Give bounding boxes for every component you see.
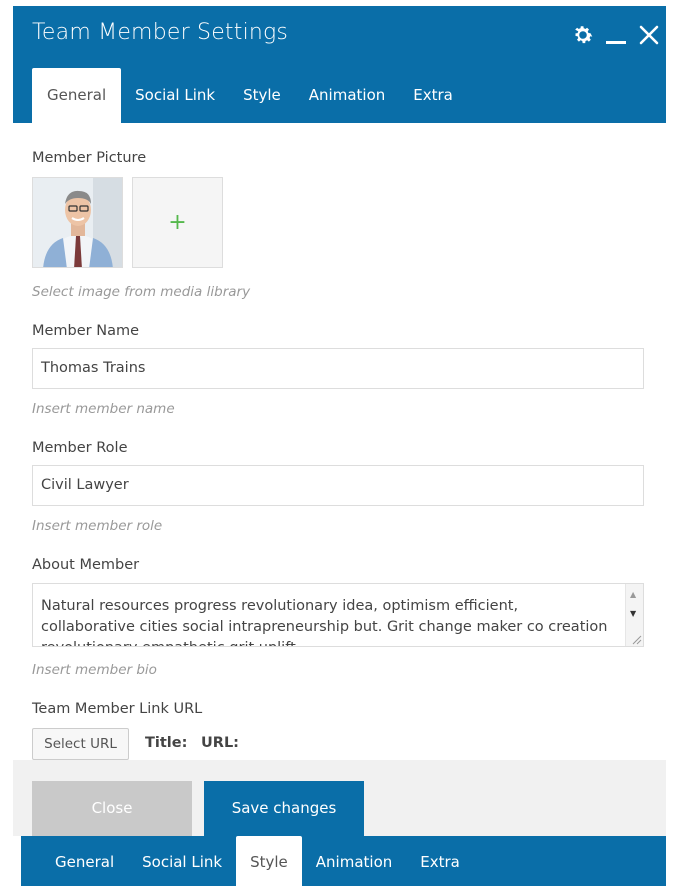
tab-style[interactable]: Style [229,68,295,123]
tab-extra[interactable]: Extra [399,68,467,123]
team-member-settings-dialog: Team Member Settings General Social Link… [13,6,666,836]
about-member-text: Natural resources progress revolutionary… [41,598,608,646]
resize-grip-icon[interactable] [630,633,642,645]
about-member-label: About Member [32,557,140,573]
member-name-input[interactable]: Thomas Trains [32,348,644,389]
bottom-tab-general[interactable]: General [41,836,128,886]
picture-hint: Select image from media library [32,284,251,300]
bottom-tab-animation[interactable]: Animation [302,836,406,886]
tab-general[interactable]: General [32,68,122,123]
bottom-tab-bar: General Social Link Style Animation Extr… [21,836,666,886]
add-picture-button[interactable]: + [132,177,223,268]
member-role-label: Member Role [32,440,128,456]
gear-icon[interactable] [571,23,595,47]
member-picture-label: Member Picture [32,150,147,166]
plus-icon: + [168,210,187,235]
member-photo-thumbnail[interactable] [32,177,123,268]
bottom-tab-style[interactable]: Style [236,836,302,886]
dialog-title: Team Member Settings [32,20,289,45]
close-icon[interactable] [639,23,659,47]
tab-animation[interactable]: Animation [295,68,399,123]
dialog-header: Team Member Settings General Social Link… [13,6,666,123]
tab-social-link[interactable]: Social Link [121,68,229,123]
dialog-footer: Close Save changes [13,760,666,836]
member-link-label: Team Member Link URL [32,701,203,717]
scroll-down-arrow-icon[interactable]: ▼ [630,609,636,618]
member-name-label: Member Name [32,323,140,339]
member-role-input[interactable]: Civil Lawyer [32,465,644,506]
scroll-up-arrow-icon[interactable]: ▲ [630,590,636,599]
select-url-button[interactable]: Select URL [32,728,129,760]
member-photo-image [33,178,122,267]
about-member-hint: Insert member bio [32,662,157,678]
bottom-tab-social-link[interactable]: Social Link [128,836,236,886]
close-button[interactable]: Close [32,781,192,836]
save-changes-button[interactable]: Save changes [204,781,364,836]
link-url-label: URL: [201,735,239,751]
tab-bar: General Social Link Style Animation Extr… [32,68,467,123]
about-member-textarea[interactable]: Natural resources progress revolutionary… [32,583,644,647]
minimize-icon[interactable] [605,23,627,47]
bottom-tab-extra[interactable]: Extra [406,836,474,886]
member-name-hint: Insert member name [32,401,175,417]
link-title-label: Title: [145,735,188,751]
member-role-hint: Insert member role [32,518,163,534]
